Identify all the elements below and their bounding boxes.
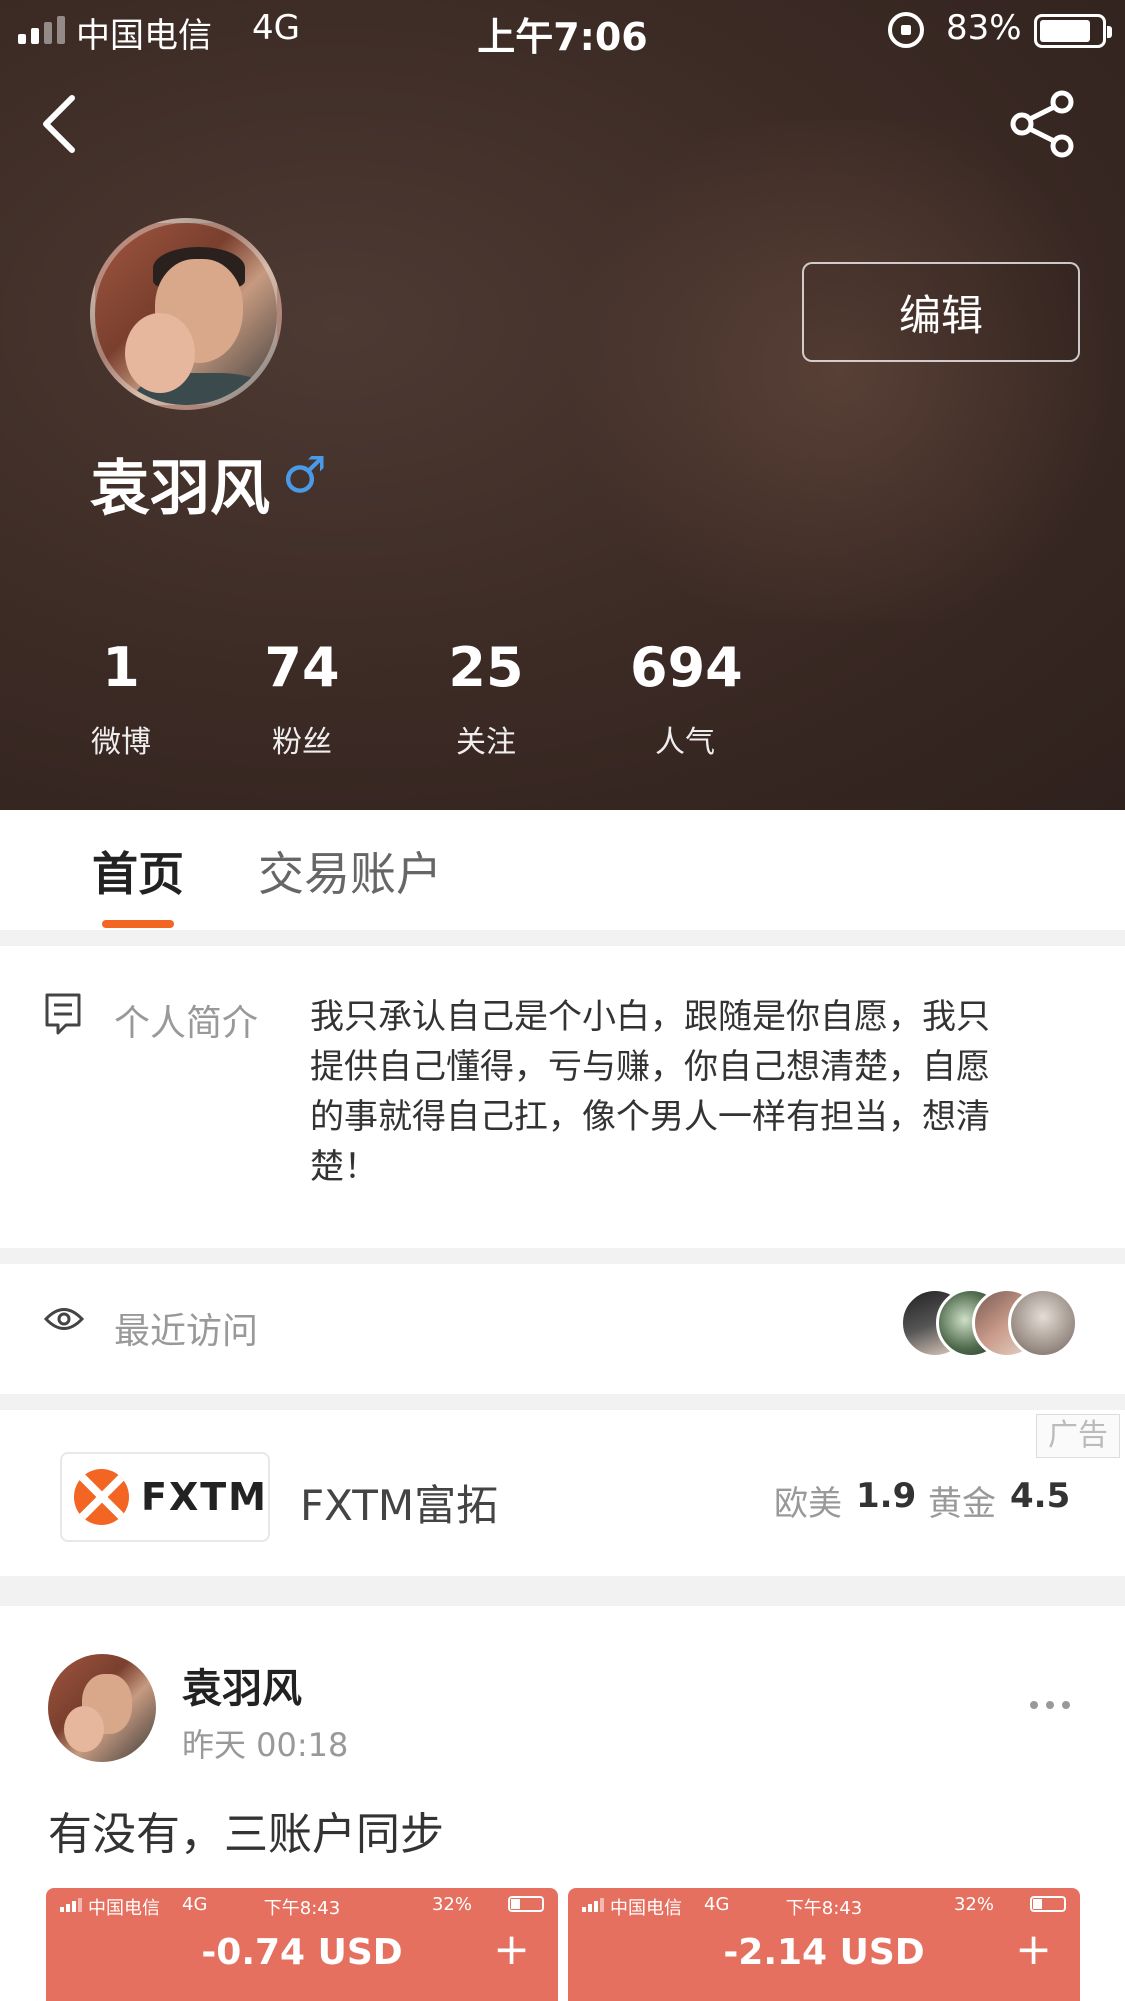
- bio-icon: [45, 993, 81, 1035]
- fxtm-logo-mark: [74, 1469, 129, 1525]
- plus-icon: +: [1015, 1924, 1052, 1975]
- battery-icon: [1030, 1896, 1066, 1912]
- post-image[interactable]: 中国电信 4G 下午8:43 32% -2.14 USD +: [568, 1888, 1080, 2001]
- active-tab-indicator: [102, 920, 174, 928]
- battery-icon: [508, 1896, 544, 1912]
- share-icon: [1010, 90, 1074, 158]
- ad-name: FXTM富拓: [300, 1481, 499, 1530]
- stat-value: 694: [630, 636, 743, 699]
- image-battery-percent: 32%: [953, 1894, 994, 1915]
- battery-percent: 83%: [946, 8, 1022, 48]
- status-bar: 中国电信 4G 上午7:06 83%: [0, 0, 1125, 60]
- stat-following[interactable]: 25 关注: [446, 636, 526, 761]
- edit-profile-button[interactable]: 编辑: [802, 262, 1080, 362]
- stat-value: 25: [448, 636, 524, 699]
- profile-header: 中国电信 4G 上午7:06 83% 编辑 袁羽风 ♂ 1 微博 74 粉丝 2…: [0, 0, 1125, 810]
- post-author[interactable]: 袁羽风: [182, 1656, 302, 1714]
- profile-username: 袁羽风: [90, 454, 270, 524]
- stat-label: 人气: [655, 725, 715, 760]
- quote-label: 黄金: [928, 1484, 996, 1524]
- fxtm-logo-text: FXTM: [141, 1475, 268, 1519]
- image-amount: -2.14 USD: [723, 1932, 925, 1973]
- plus-icon: +: [493, 1924, 530, 1975]
- image-battery-percent: 32%: [431, 1894, 472, 1915]
- visitor-avatar: [1008, 1288, 1078, 1358]
- quote-value: 4.5: [1010, 1476, 1071, 1516]
- recent-visits-label: 最近访问: [114, 1311, 259, 1352]
- ad-tag: 广告: [1036, 1414, 1120, 1458]
- profile-tabs: 首页 交易账户: [0, 810, 1125, 930]
- stat-label: 粉丝: [272, 725, 332, 760]
- image-time: 下午8:43: [263, 1898, 341, 1919]
- fxtm-logo: FXTM: [60, 1452, 270, 1542]
- stat-popularity[interactable]: 694 人气: [630, 636, 743, 761]
- stat-weibo[interactable]: 1 微博: [86, 636, 156, 761]
- eye-icon: [44, 1308, 84, 1330]
- tab-home[interactable]: 首页: [92, 838, 184, 904]
- recent-visits-section[interactable]: 最近访问: [0, 1264, 1125, 1394]
- quote-label: 欧美: [774, 1484, 842, 1524]
- stat-value: 1: [102, 636, 140, 699]
- share-button[interactable]: [1008, 88, 1078, 158]
- stat-fans[interactable]: 74 粉丝: [262, 636, 342, 761]
- stat-value: 74: [264, 636, 340, 699]
- male-icon: ♂: [282, 446, 327, 504]
- rotation-lock-icon: [888, 12, 924, 48]
- quote-value: 1.9: [856, 1476, 917, 1516]
- image-time: 下午8:43: [785, 1898, 863, 1919]
- stat-label: 微博: [91, 725, 151, 760]
- header-background: [540, 120, 1125, 620]
- tab-trading-account[interactable]: 交易账户: [258, 838, 442, 904]
- bio-section: 个人简介 我只承认自己是个小白，跟随是你自愿，我只提供自己懂得，亏与赚，你自己想…: [0, 946, 1125, 1248]
- bio-label: 个人简介: [114, 1003, 259, 1044]
- post-text: 有没有，三账户同步: [48, 1809, 444, 1860]
- image-amount: -0.74 USD: [201, 1932, 403, 1973]
- more-options-icon[interactable]: [1030, 1698, 1070, 1712]
- post-time: 昨天 00:18: [182, 1726, 349, 1764]
- post-image[interactable]: 中国电信 4G 下午8:43 32% -0.74 USD +: [46, 1888, 558, 2001]
- post-author-avatar[interactable]: [48, 1654, 156, 1762]
- back-button[interactable]: [30, 88, 90, 158]
- ad-banner[interactable]: FXTM FXTM富拓 欧美 1.9 黄金 4.5: [0, 1410, 1125, 1576]
- bio-text: 我只承认自己是个小白，跟随是你自愿，我只提供自己懂得，亏与赚，你自己想清楚，自愿…: [310, 997, 990, 1187]
- battery-icon: [1034, 14, 1112, 48]
- profile-avatar[interactable]: [90, 218, 282, 410]
- post-card: 袁羽风 昨天 00:18 有没有，三账户同步 中国电信 4G 下午8:43 32…: [0, 1606, 1125, 2001]
- stat-label: 关注: [456, 725, 516, 760]
- chevron-left-icon: [43, 95, 75, 153]
